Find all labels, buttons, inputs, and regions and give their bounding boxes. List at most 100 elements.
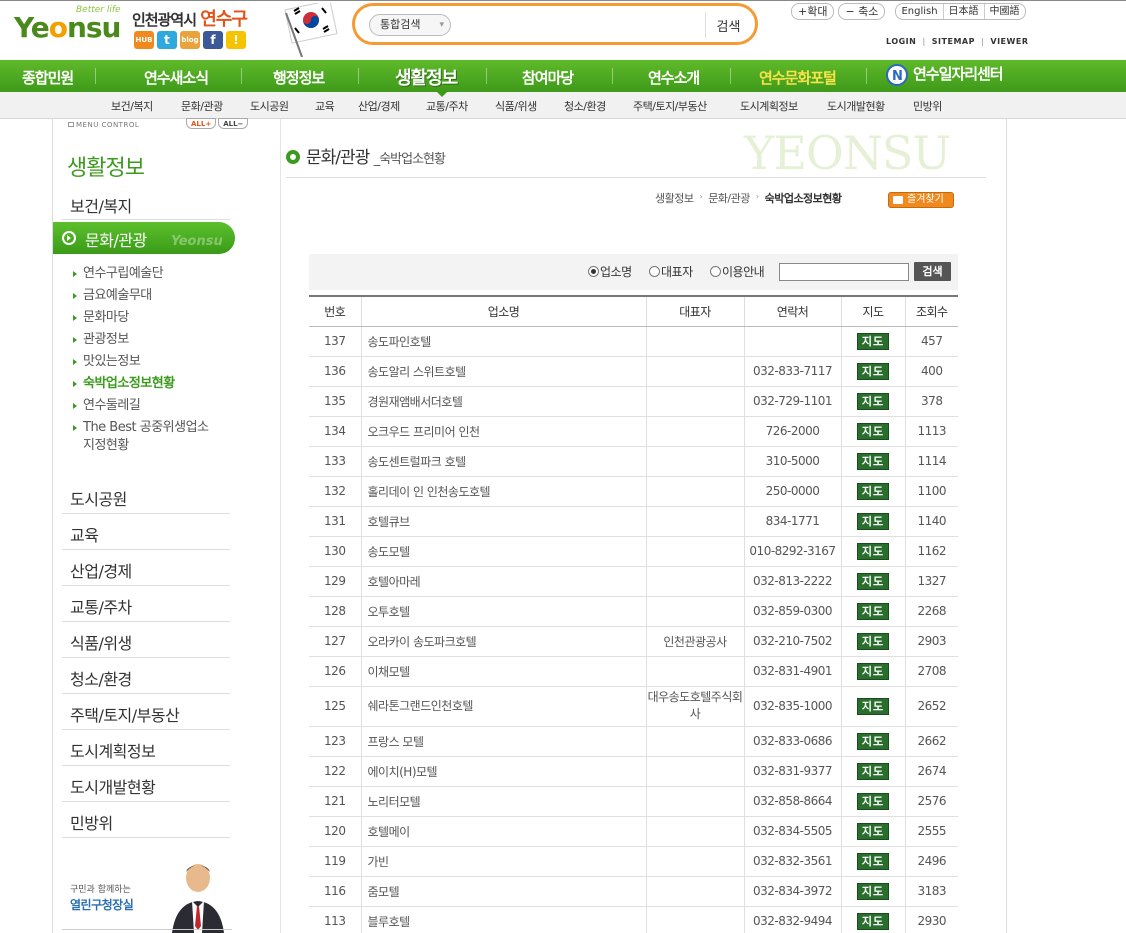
lnb-sub-item[interactable]: 맛있는정보 bbox=[73, 353, 141, 371]
cell-name[interactable]: 블루호텔 bbox=[361, 906, 647, 933]
map-button[interactable]: 지도 bbox=[857, 422, 889, 440]
cell-name[interactable]: 송도알리 스위트호텔 bbox=[361, 356, 647, 387]
subnav-item-culture[interactable]: 문화/관광 bbox=[181, 98, 223, 114]
subnav-item-urban-plan[interactable]: 도시계획정보 bbox=[740, 98, 798, 114]
search-input[interactable] bbox=[455, 14, 703, 36]
cell-name[interactable]: 가빈 bbox=[361, 846, 647, 877]
yeonsu-logo[interactable]: Better life Yeonsu bbox=[14, 5, 124, 45]
gnb-item-culture-portal[interactable]: 연수문화포털 bbox=[759, 67, 837, 88]
filter-option-owner[interactable]: 대표자 bbox=[649, 263, 693, 280]
filter-search-button[interactable]: 검색 bbox=[914, 262, 951, 281]
map-button[interactable]: 지도 bbox=[857, 762, 889, 780]
cell-name[interactable]: 호텔아마레 bbox=[361, 566, 647, 597]
subnav-item-park[interactable]: 도시공원 bbox=[250, 98, 289, 114]
map-button[interactable]: 지도 bbox=[857, 452, 889, 470]
filter-option-name[interactable]: 업소명 bbox=[588, 263, 632, 280]
search-type-select[interactable]: 통합검색 ▾ bbox=[369, 14, 451, 36]
cell-name[interactable]: 오라카이 송도파크호텔 bbox=[361, 626, 647, 657]
lnb-item-urban-plan[interactable]: 도시계획정보 bbox=[70, 738, 156, 762]
map-button[interactable]: 지도 bbox=[857, 662, 889, 680]
sitemap-link[interactable]: SITEMAP bbox=[932, 37, 975, 46]
cell-name[interactable]: 노리터모텔 bbox=[361, 786, 647, 817]
lnb-item-culture-active[interactable]: 문화/관광 Yeonsu bbox=[53, 222, 235, 254]
cell-name[interactable]: 송도센트럴파크 호텔 bbox=[361, 446, 647, 477]
lnb-item-health[interactable]: 보건/복지 bbox=[70, 193, 132, 217]
map-button[interactable]: 지도 bbox=[857, 822, 889, 840]
cell-name[interactable]: 에이치(H)모텔 bbox=[361, 756, 647, 787]
viewer-link[interactable]: VIEWER bbox=[990, 37, 1028, 46]
lang-chinese[interactable]: 中國語 bbox=[985, 4, 1025, 19]
map-button[interactable]: 지도 bbox=[857, 852, 889, 870]
blog-icon[interactable]: blog bbox=[180, 31, 200, 49]
cell-name[interactable]: 이채모텔 bbox=[361, 656, 647, 687]
map-button[interactable]: 지도 bbox=[857, 632, 889, 650]
facebook-icon[interactable]: f bbox=[203, 31, 223, 49]
map-button[interactable]: 지도 bbox=[857, 392, 889, 410]
lnb-item-park[interactable]: 도시공원 bbox=[70, 486, 127, 510]
collapse-all-button[interactable]: ALL− bbox=[218, 118, 249, 129]
subnav-item-urban-dev[interactable]: 도시개발현황 bbox=[827, 98, 885, 114]
cell-name[interactable]: 호텔메이 bbox=[361, 816, 647, 847]
map-button[interactable]: 지도 bbox=[857, 697, 889, 715]
lnb-item-urban-dev[interactable]: 도시개발현황 bbox=[70, 774, 156, 798]
subnav-item-food[interactable]: 식품/위생 bbox=[495, 98, 537, 114]
lnb-item-industry[interactable]: 산업/경제 bbox=[70, 558, 132, 582]
map-button[interactable]: 지도 bbox=[857, 572, 889, 590]
lnb-sub-item[interactable]: The Best 공중위생업소 지정현황 bbox=[73, 419, 223, 455]
filter-keyword-input[interactable] bbox=[779, 263, 909, 281]
breadcrumb-item[interactable]: 문화/관광 bbox=[708, 190, 750, 206]
map-button[interactable]: 지도 bbox=[857, 332, 889, 350]
expand-all-button[interactable]: ALL+ bbox=[186, 118, 217, 129]
cell-name[interactable]: 경원재앰배서더호텔 bbox=[361, 386, 647, 417]
twitter-icon[interactable]: t bbox=[157, 31, 177, 49]
cell-name[interactable]: 송도모텔 bbox=[361, 536, 647, 567]
lnb-item-housing[interactable]: 주택/토지/부동산 bbox=[70, 702, 180, 726]
map-button[interactable]: 지도 bbox=[857, 482, 889, 500]
login-link[interactable]: LOGIN bbox=[886, 37, 916, 46]
cell-name[interactable]: 쉐라톤그랜드인천호텔 bbox=[361, 686, 647, 727]
lnb-item-civil-defense[interactable]: 민방위 bbox=[70, 810, 113, 834]
cell-name[interactable]: 홀리데이 인 인천송도호텔 bbox=[361, 476, 647, 507]
cell-name[interactable]: 프랑스 모텔 bbox=[361, 726, 647, 757]
add-favorite-button[interactable]: 즐겨찾기 bbox=[888, 192, 954, 208]
cell-name[interactable]: 송도파인호텔 bbox=[361, 326, 647, 357]
cell-name[interactable]: 오크우드 프리미어 인천 bbox=[361, 416, 647, 447]
lnb-sub-item[interactable]: 연수둘레길 bbox=[73, 397, 141, 415]
map-button[interactable]: 지도 bbox=[857, 362, 889, 380]
gnb-item-civil[interactable]: 종합민원 bbox=[22, 67, 74, 88]
lnb-sub-item[interactable]: 관광정보 bbox=[73, 331, 129, 349]
lnb-item-education[interactable]: 교육 bbox=[70, 522, 99, 546]
map-button[interactable]: 지도 bbox=[857, 912, 889, 930]
subnav-item-civil-defense[interactable]: 민방위 bbox=[913, 98, 942, 114]
lnb-item-food[interactable]: 식품/위생 bbox=[70, 630, 132, 654]
lang-japanese[interactable]: 日本語 bbox=[944, 4, 985, 19]
gnb-item-participation[interactable]: 참여마당 bbox=[522, 67, 574, 88]
zoom-out-button[interactable]: − 축소 bbox=[838, 3, 886, 20]
cell-name[interactable]: 호텔큐브 bbox=[361, 506, 647, 537]
cell-name[interactable]: 줌모텔 bbox=[361, 876, 647, 907]
lnb-item-environment[interactable]: 청소/환경 bbox=[70, 666, 132, 690]
lang-english[interactable]: English bbox=[896, 4, 944, 19]
map-button[interactable]: 지도 bbox=[857, 542, 889, 560]
gnb-item-intro[interactable]: 연수소개 bbox=[648, 67, 700, 88]
subnav-item-housing[interactable]: 주택/토지/부동산 bbox=[633, 98, 707, 114]
lnb-sub-item-active[interactable]: 숙박업소정보현황 bbox=[73, 375, 175, 393]
lnb-sub-item[interactable]: 연수구립예술단 bbox=[73, 265, 164, 283]
map-button[interactable]: 지도 bbox=[857, 732, 889, 750]
mayor-office-banner[interactable]: 구민과 함께하는 열린구청장실 bbox=[62, 848, 232, 933]
map-button[interactable]: 지도 bbox=[857, 602, 889, 620]
breadcrumb-item[interactable]: 생활정보 bbox=[655, 190, 694, 206]
subnav-item-traffic[interactable]: 교통/주차 bbox=[426, 98, 468, 114]
gnb-item-admin[interactable]: 행정정보 bbox=[273, 67, 325, 88]
map-button[interactable]: 지도 bbox=[857, 792, 889, 810]
filter-option-info[interactable]: 이용안내 bbox=[710, 263, 765, 280]
subnav-item-environment[interactable]: 청소/환경 bbox=[564, 98, 606, 114]
map-button[interactable]: 지도 bbox=[857, 512, 889, 530]
subnav-item-health[interactable]: 보건/복지 bbox=[111, 98, 153, 114]
subnav-item-education[interactable]: 교육 bbox=[315, 98, 335, 114]
gnb-item-jobs[interactable]: N 연수일자리센터 bbox=[886, 63, 1004, 86]
gnb-item-life[interactable]: 생활정보 bbox=[395, 64, 458, 90]
subnav-item-industry[interactable]: 산업/경제 bbox=[358, 98, 400, 114]
me2day-icon[interactable]: ! bbox=[226, 31, 246, 49]
lnb-sub-item[interactable]: 금요예술무대 bbox=[73, 287, 152, 305]
